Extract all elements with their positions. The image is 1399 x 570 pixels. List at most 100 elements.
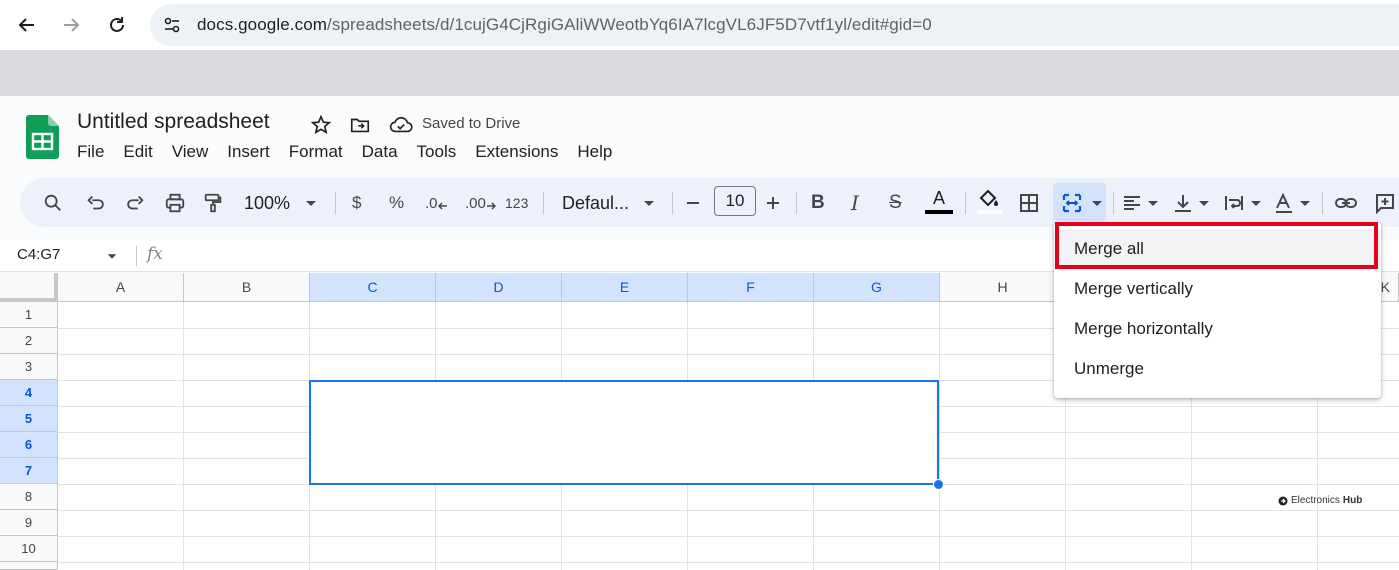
paint-format-icon[interactable] (202, 188, 224, 218)
forward-arrow-icon[interactable] (56, 10, 86, 40)
star-icon[interactable] (309, 113, 333, 137)
cloud-saved-icon[interactable] (389, 113, 413, 137)
url-path: /spreadsheets/d/1cujG4CjRgiGAliWWeotbYq6… (327, 15, 932, 34)
gridline (939, 302, 940, 570)
fill-handle[interactable] (933, 479, 944, 490)
undo-icon[interactable] (85, 188, 107, 218)
zoom-dropdown-icon[interactable] (304, 188, 318, 218)
back-arrow-icon[interactable] (12, 10, 42, 40)
menu-help[interactable]: Help (577, 142, 622, 162)
fx-icon: fx (147, 244, 163, 264)
font-size-input[interactable]: 10 (714, 186, 756, 216)
row-header-2[interactable]: 2 (0, 328, 58, 354)
browser-bar: docs.google.com/spreadsheets/d/1cujG4CjR… (0, 0, 1399, 50)
column-header-d[interactable]: D (436, 273, 562, 302)
row-header-11[interactable] (0, 562, 58, 570)
menu-file[interactable]: File (77, 142, 114, 162)
reload-icon[interactable] (102, 10, 132, 40)
row-header-1[interactable]: 1 (0, 302, 58, 328)
menu-view[interactable]: View (172, 142, 219, 162)
merge-horizontally-option[interactable]: Merge horizontally (1054, 309, 1381, 349)
column-header-c[interactable]: C (310, 273, 436, 302)
valign-dropdown-icon[interactable] (1197, 188, 1211, 218)
menu-edit[interactable]: Edit (123, 142, 162, 162)
italic-button[interactable]: I (851, 188, 859, 218)
insert-link-icon[interactable] (1334, 188, 1358, 218)
menu-tools[interactable]: Tools (417, 142, 467, 162)
align-dropdown-icon[interactable] (1146, 188, 1160, 218)
percent-format-button[interactable]: % (389, 188, 404, 218)
vertical-align-icon[interactable] (1172, 188, 1194, 218)
row-header-4[interactable]: 4 (0, 380, 58, 406)
more-formats-button[interactable]: 123 (505, 188, 528, 218)
fill-color-icon[interactable] (976, 186, 1002, 216)
name-box-dropdown-icon[interactable] (106, 249, 118, 267)
rotation-dropdown-icon[interactable] (1298, 188, 1312, 218)
strikethrough-button[interactable]: S (889, 188, 902, 218)
search-menus-icon[interactable] (42, 188, 64, 218)
font-family-select[interactable]: Defaul... (562, 188, 629, 218)
text-rotation-icon[interactable] (1273, 188, 1295, 218)
currency-format-button[interactable]: $ (352, 188, 361, 218)
row-header-5[interactable]: 5 (0, 406, 58, 432)
annotation-highlight-box (1055, 222, 1378, 269)
print-icon[interactable] (163, 188, 187, 218)
decrease-decimal-button[interactable]: .0 (425, 188, 448, 218)
merge-vertically-option[interactable]: Merge vertically (1054, 269, 1381, 309)
arrow-right-icon (486, 202, 496, 210)
gridline (58, 536, 1399, 537)
selected-range[interactable] (309, 380, 939, 485)
toolbar-divider (543, 192, 544, 214)
column-header-e[interactable]: E (562, 273, 688, 302)
column-header-g[interactable]: G (814, 273, 940, 302)
address-bar[interactable]: docs.google.com/spreadsheets/d/1cujG4CjR… (150, 4, 1399, 46)
decrease-decimal-label: .0 (425, 194, 438, 212)
borders-icon[interactable] (1018, 188, 1040, 218)
document-title[interactable]: Untitled spreadsheet (77, 110, 270, 134)
menu-insert[interactable]: Insert (227, 142, 280, 162)
site-info-icon[interactable] (162, 15, 182, 40)
url-text: docs.google.com/spreadsheets/d/1cujG4CjR… (197, 15, 932, 35)
name-box[interactable]: C4:G7 (17, 246, 60, 263)
toolbar-divider (1113, 192, 1114, 214)
row-header-10[interactable]: 10 (0, 536, 58, 562)
gridline (58, 510, 1399, 511)
row-header-3[interactable]: 3 (0, 354, 58, 380)
formula-divider (136, 246, 137, 266)
move-folder-icon[interactable] (348, 113, 372, 137)
watermark: Electronics Hub (1278, 495, 1362, 506)
horizontal-align-icon[interactable] (1121, 188, 1143, 218)
menu-data[interactable]: Data (362, 142, 408, 162)
insert-comment-icon[interactable] (1374, 188, 1396, 218)
increase-decimal-label: .00 (465, 194, 486, 212)
column-header-b[interactable]: B (184, 273, 310, 302)
row-header-7[interactable]: 7 (0, 458, 58, 484)
google-sheets-logo[interactable] (26, 115, 59, 159)
font-dropdown-icon[interactable] (642, 188, 656, 218)
brand-logo-icon (1278, 496, 1288, 505)
bold-button[interactable]: B (811, 188, 825, 218)
text-color-swatch (925, 209, 953, 214)
text-color-button[interactable]: A (925, 186, 953, 216)
menu-format[interactable]: Format (289, 142, 353, 162)
decrease-font-size-icon[interactable] (684, 188, 702, 218)
text-wrap-icon[interactable] (1223, 188, 1245, 218)
merge-cells-icon[interactable] (1060, 188, 1084, 218)
select-all-corner[interactable] (0, 273, 58, 302)
row-header-8[interactable]: 8 (0, 484, 58, 510)
column-header-f[interactable]: F (688, 273, 814, 302)
redo-icon[interactable] (124, 188, 146, 218)
zoom-select[interactable]: 100% (244, 188, 290, 218)
row-header-9[interactable]: 9 (0, 510, 58, 536)
increase-decimal-button[interactable]: .00 (465, 188, 496, 218)
wrap-dropdown-icon[interactable] (1249, 188, 1263, 218)
unmerge-option[interactable]: Unmerge (1054, 349, 1381, 389)
toolbar-divider (965, 192, 966, 214)
increase-font-size-icon[interactable] (764, 188, 782, 218)
row-header-6[interactable]: 6 (0, 432, 58, 458)
merge-dropdown-icon[interactable] (1090, 188, 1104, 218)
menu-extensions[interactable]: Extensions (475, 142, 568, 162)
column-header-h[interactable]: H (940, 273, 1066, 302)
toolbar-divider (1322, 192, 1323, 214)
column-header-a[interactable]: A (58, 273, 184, 302)
